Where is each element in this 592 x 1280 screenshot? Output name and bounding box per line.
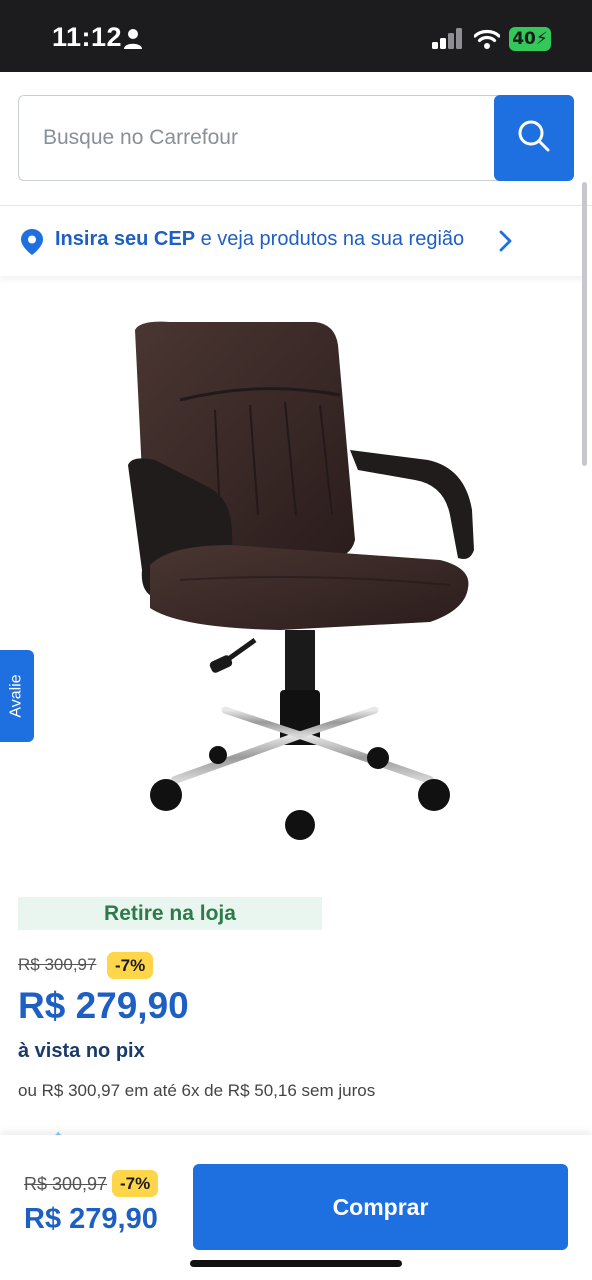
product-page: 11:12 40⚡ Busque no Carrefour Insira seu…	[0, 0, 592, 1280]
person-icon	[123, 28, 143, 50]
scrollbar[interactable]	[582, 182, 587, 466]
bottom-old-price: R$ 300,97	[24, 1174, 108, 1194]
avalie-tab[interactable]: Avalie	[0, 650, 34, 742]
bottom-discount-badge: -7%	[112, 1170, 159, 1197]
search-button[interactable]	[494, 95, 574, 181]
search-bar	[18, 95, 574, 181]
installments-text: ou R$ 300,97 em até 6x de R$ 50,16 sem j…	[18, 1081, 376, 1100]
battery-level: 40	[512, 29, 536, 49]
cep-text: Insira seu CEP e veja produtos na sua re…	[55, 228, 464, 251]
location-pin-icon	[20, 228, 44, 256]
search-input[interactable]	[18, 95, 498, 181]
bottom-purchase-bar: R$ 300,97 -7% R$ 279,90 Comprar	[0, 1135, 592, 1280]
search-icon	[517, 119, 551, 158]
avalie-label: Avalie	[8, 674, 26, 718]
status-bar: 11:12 40⚡	[0, 0, 592, 72]
old-price: R$ 300,97	[18, 955, 97, 974]
buy-button[interactable]: Comprar	[193, 1164, 568, 1250]
pickup-banner: Retire na loja	[18, 897, 322, 930]
wifi-icon	[473, 28, 501, 50]
cep-label-rest: e veja produtos na sua região	[195, 228, 465, 250]
product-image[interactable]	[110, 310, 490, 850]
discount-badge: -7%	[107, 952, 154, 979]
chevron-right-icon[interactable]	[496, 228, 516, 254]
home-indicator[interactable]	[190, 1260, 402, 1267]
pix-label: à vista no pix	[18, 1040, 145, 1062]
status-time: 11:12	[52, 22, 123, 52]
bottom-price: R$ 279,90	[24, 1203, 158, 1235]
signal-icon	[432, 28, 464, 50]
battery-icon: 40⚡	[509, 27, 551, 51]
cep-label-strong: Insira seu CEP	[55, 228, 196, 250]
main-price: R$ 279,90	[18, 985, 189, 1026]
